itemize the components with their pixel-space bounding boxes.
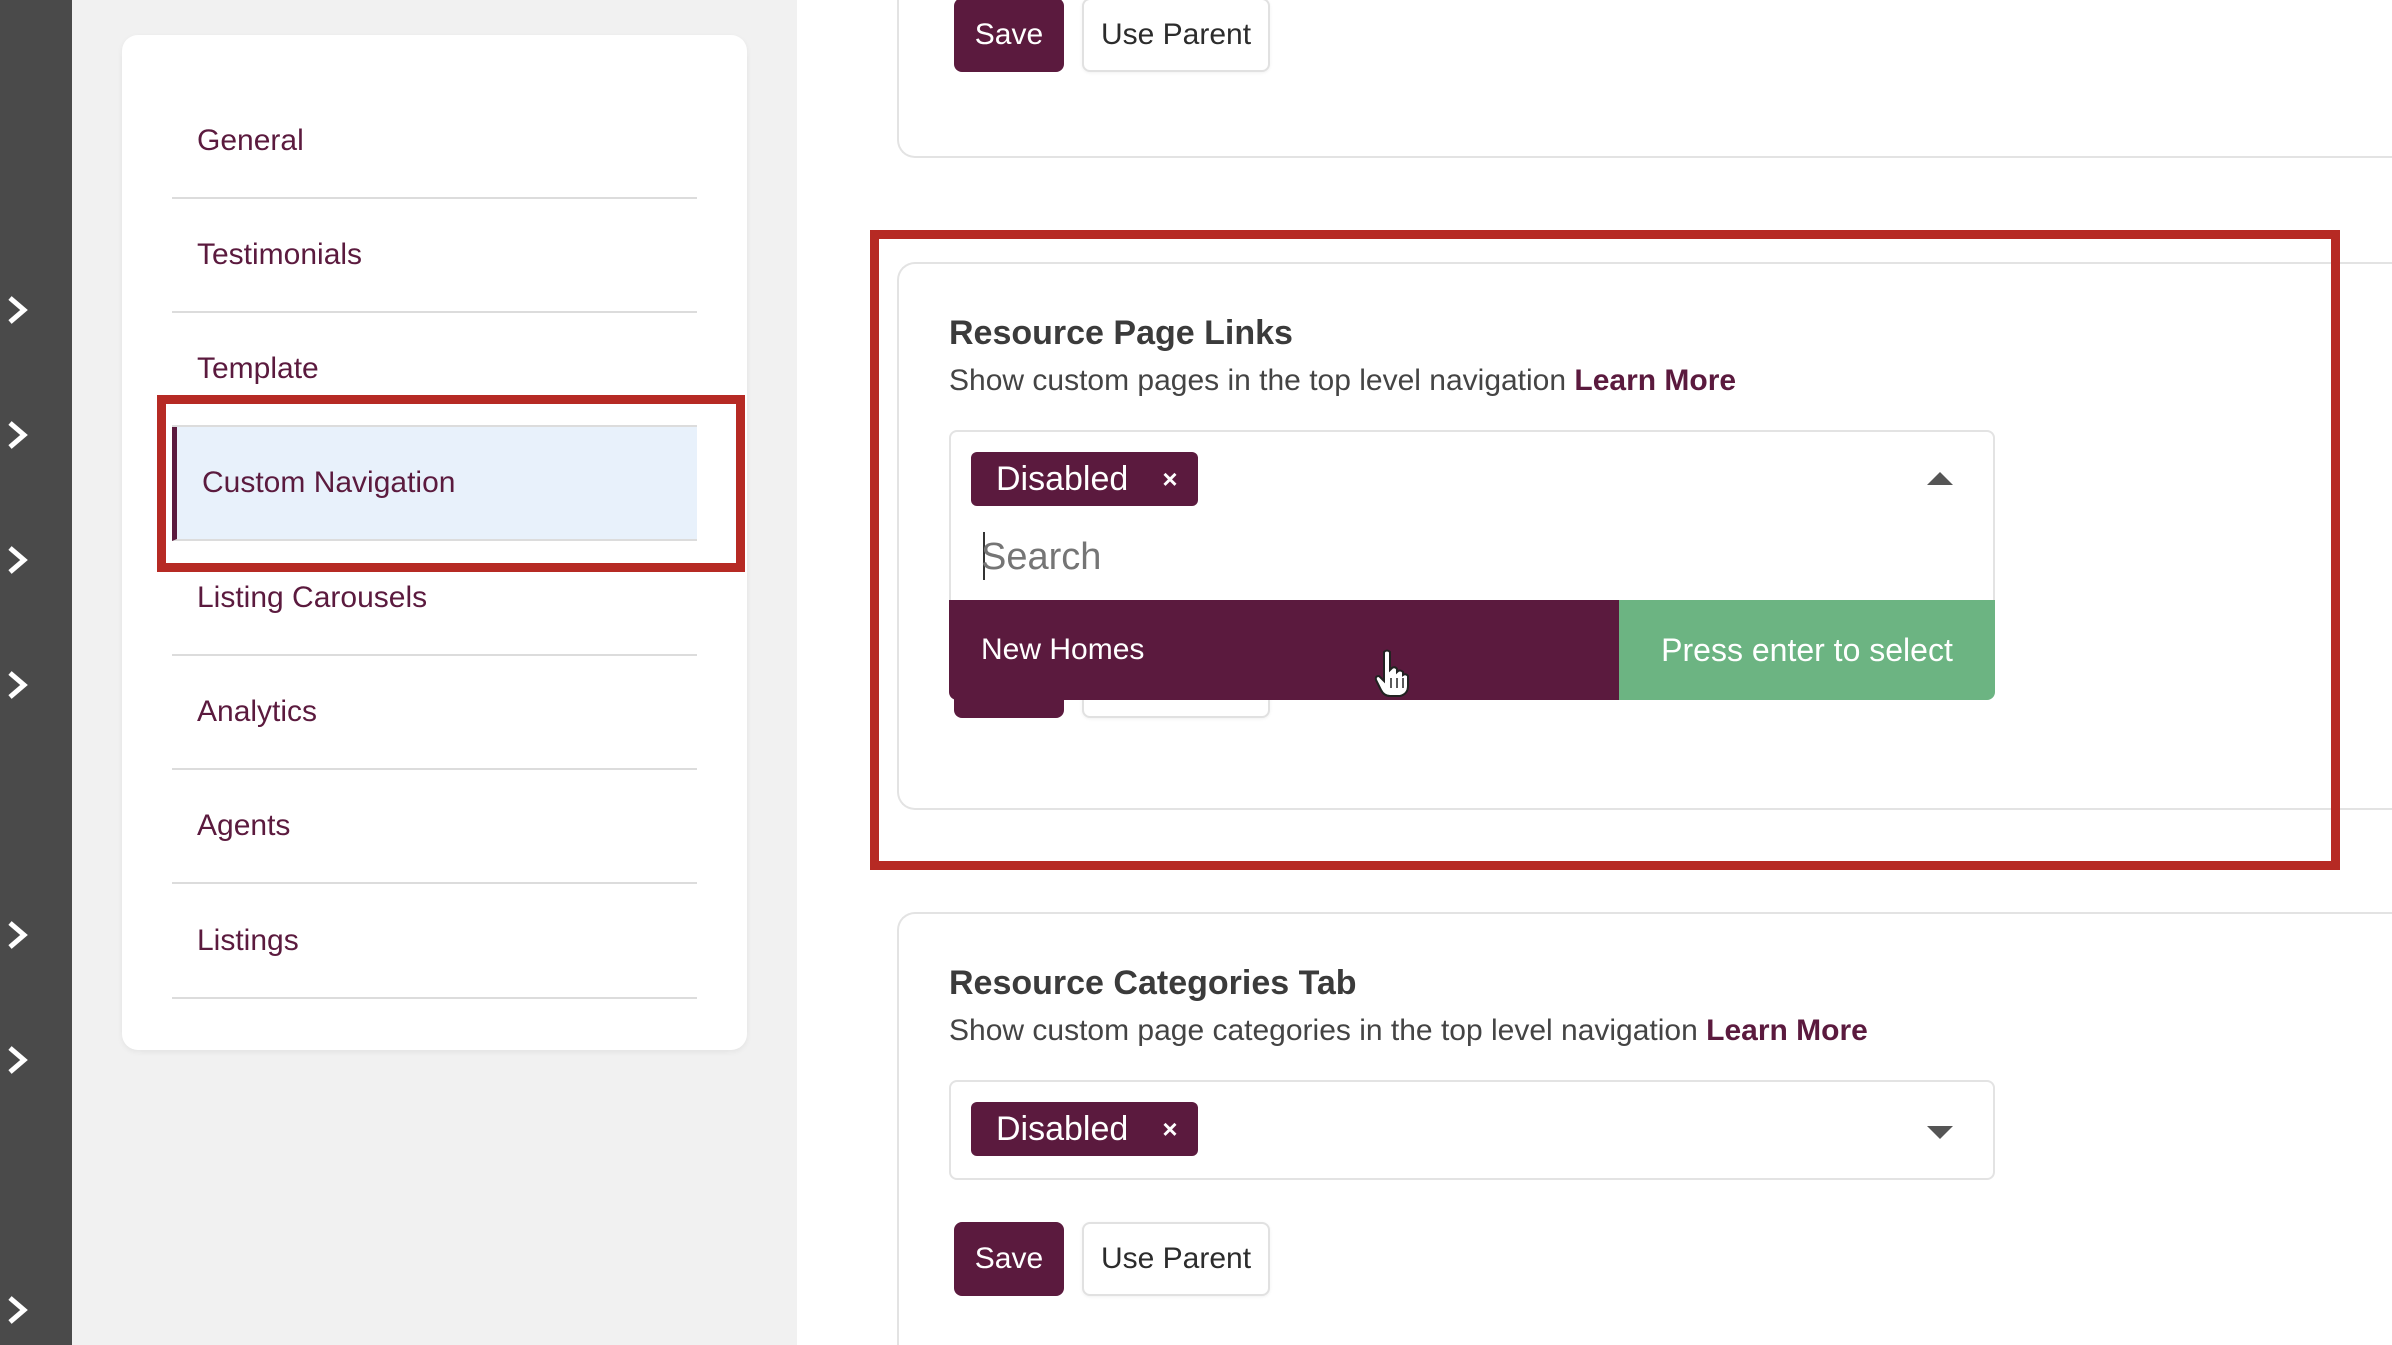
tag-label: Disabled [996, 1109, 1129, 1148]
use-parent-button[interactable]: Use Parent [1082, 1222, 1270, 1296]
section-subtitle: Show custom page categories in the top l… [949, 1014, 1868, 1048]
nav-item-label: Testimonials [197, 238, 363, 271]
resource-categories-tab-section: Resource Categories Tab Show custom page… [897, 912, 2392, 1345]
nav-item-agents[interactable]: Agents [172, 770, 697, 884]
chevron-right-icon[interactable] [2, 542, 32, 574]
hand-pointer-icon [1374, 649, 1409, 697]
learn-more-link[interactable]: Learn More [1706, 1014, 1868, 1047]
nav-item-label: Analytics [197, 695, 318, 728]
nav-item-label: Template [197, 352, 319, 385]
selected-tag: Disabled × [971, 1102, 1198, 1156]
nav-item-general[interactable]: General [172, 85, 697, 199]
top-settings-section: Save Use Parent [897, 0, 2392, 158]
chevron-right-icon[interactable] [2, 417, 32, 449]
chevron-right-icon[interactable] [2, 1042, 32, 1074]
chevron-right-icon[interactable] [2, 917, 32, 949]
chevron-right-icon[interactable] [2, 1292, 32, 1324]
save-button[interactable]: Save [954, 1222, 1064, 1296]
nav-item-label: Listing Carousels [197, 581, 428, 614]
close-icon[interactable]: × [1162, 1114, 1177, 1145]
nav-item-analytics[interactable]: Analytics [172, 656, 697, 770]
section-title: Resource Categories Tab [949, 964, 1357, 1002]
chevron-right-icon[interactable] [2, 667, 32, 699]
nav-item-label: Listings [197, 924, 299, 957]
section-highlight-box [870, 230, 2340, 870]
subtitle-text: Show custom page categories in the top l… [949, 1014, 1698, 1047]
nav-item-testimonials[interactable]: Testimonials [172, 199, 697, 313]
chevron-right-icon[interactable] [2, 292, 32, 324]
nav-item-label: Agents [197, 809, 291, 842]
use-parent-button[interactable]: Use Parent [1082, 0, 1270, 72]
nav-item-listings[interactable]: Listings [172, 885, 697, 999]
nav-highlight-box [157, 395, 745, 572]
save-button[interactable]: Save [954, 0, 1064, 72]
left-rail [0, 0, 72, 1345]
caret-down-icon[interactable] [1927, 1126, 1953, 1139]
nav-item-label: General [197, 124, 304, 157]
resource-categories-select[interactable]: Disabled × [949, 1080, 1995, 1180]
